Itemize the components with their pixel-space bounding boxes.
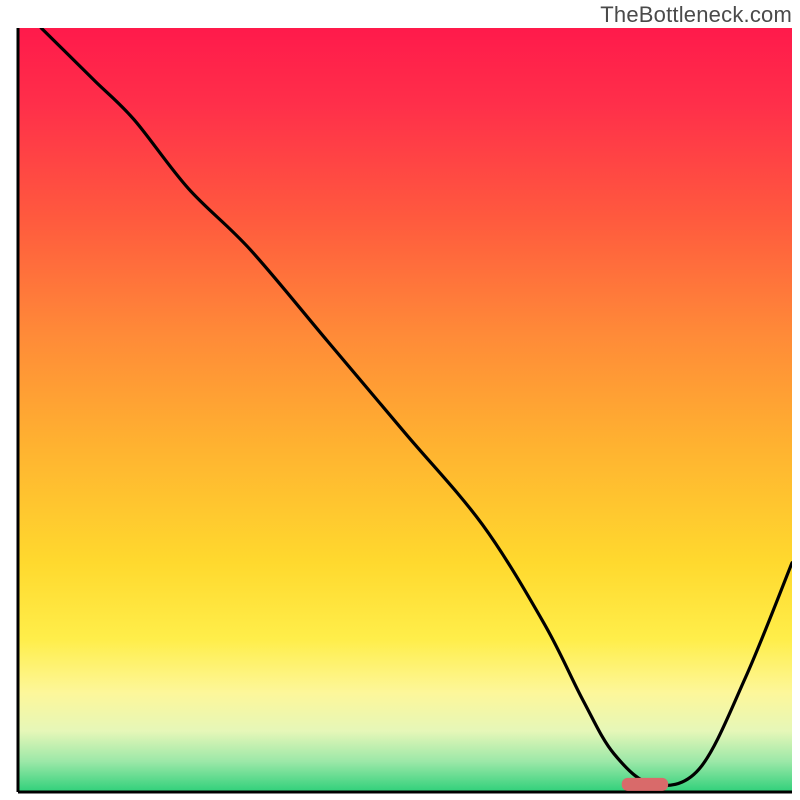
chart-container: TheBottleneck.com xyxy=(0,0,800,800)
gradient-background xyxy=(18,28,792,792)
bottleneck-chart xyxy=(0,0,800,800)
watermark-label: TheBottleneck.com xyxy=(600,2,792,28)
recommended-range-marker xyxy=(622,778,668,791)
